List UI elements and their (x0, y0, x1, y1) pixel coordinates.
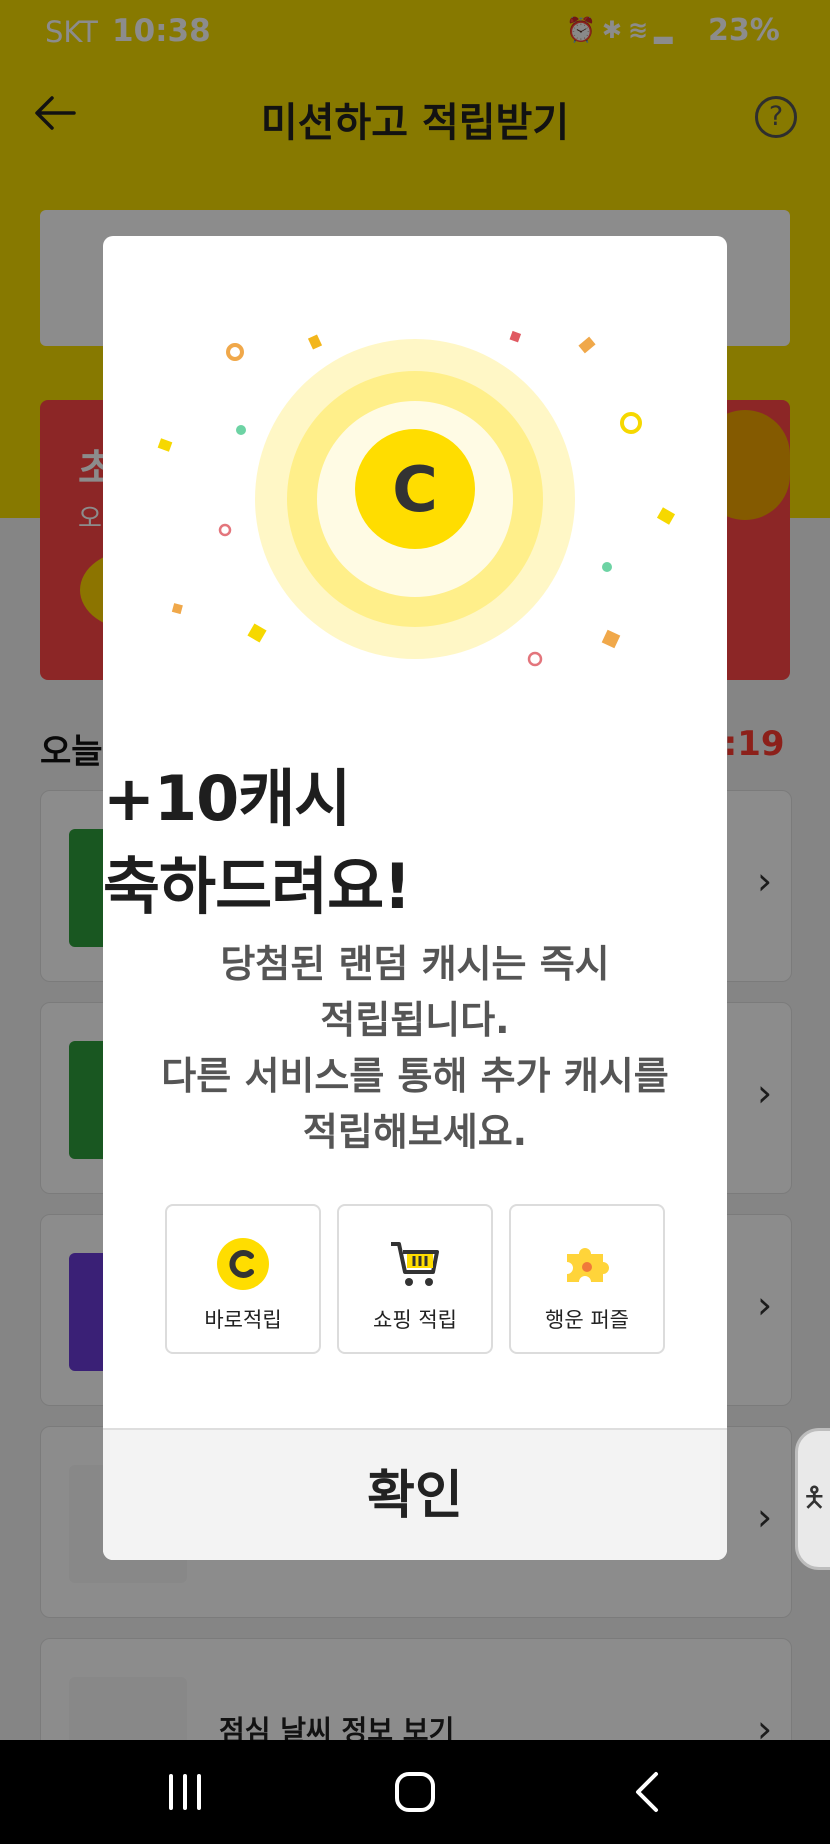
recents-icon[interactable] (155, 1770, 215, 1814)
puzzle-icon (567, 1248, 609, 1282)
description-line: 다른 서비스를 통해 추가 캐시를 (161, 1054, 669, 1098)
coin-burst-illustration: C (157, 330, 676, 667)
description-line: 적립됩니다. (320, 998, 510, 1042)
system-nav-bar (0, 1740, 830, 1844)
back-icon[interactable] (620, 1770, 680, 1814)
shopping-cart-icon (391, 1242, 439, 1286)
instant-save-button[interactable]: 바로적립 (165, 1204, 321, 1354)
shopping-save-button[interactable]: 쇼핑 적립 (337, 1204, 493, 1354)
home-icon[interactable] (385, 1770, 445, 1814)
reward-description: 당첨된 랜덤 캐시는 즉시 적립됩니다. 다른 서비스를 통해 추가 캐시를 적… (103, 936, 727, 1160)
coin-icon (217, 1238, 269, 1290)
confirm-button[interactable]: 확인 (103, 1428, 727, 1560)
service-label: 쇼핑 적립 (373, 1308, 457, 1332)
service-label: 행운 퍼즐 (545, 1308, 629, 1332)
description-line: 당첨된 랜덤 캐시는 즉시 (220, 942, 610, 986)
description-line: 적립해보세요. (302, 1110, 528, 1154)
congrats-title: 축하드려요! (103, 850, 411, 923)
coin-letter: C (392, 453, 438, 526)
reward-modal: C +10캐시 축하드려요! 당첨된 랜덤 캐시는 즉시 적립됩니다. 다른 서… (103, 236, 727, 1560)
reward-amount: +10캐시 (103, 762, 351, 835)
lucky-puzzle-button[interactable]: 행운 퍼즐 (509, 1204, 665, 1354)
accessibility-icon: 🯅 (802, 1481, 827, 1514)
service-label: 바로적립 (204, 1308, 282, 1332)
accessibility-button[interactable]: 🯅 (795, 1428, 830, 1570)
